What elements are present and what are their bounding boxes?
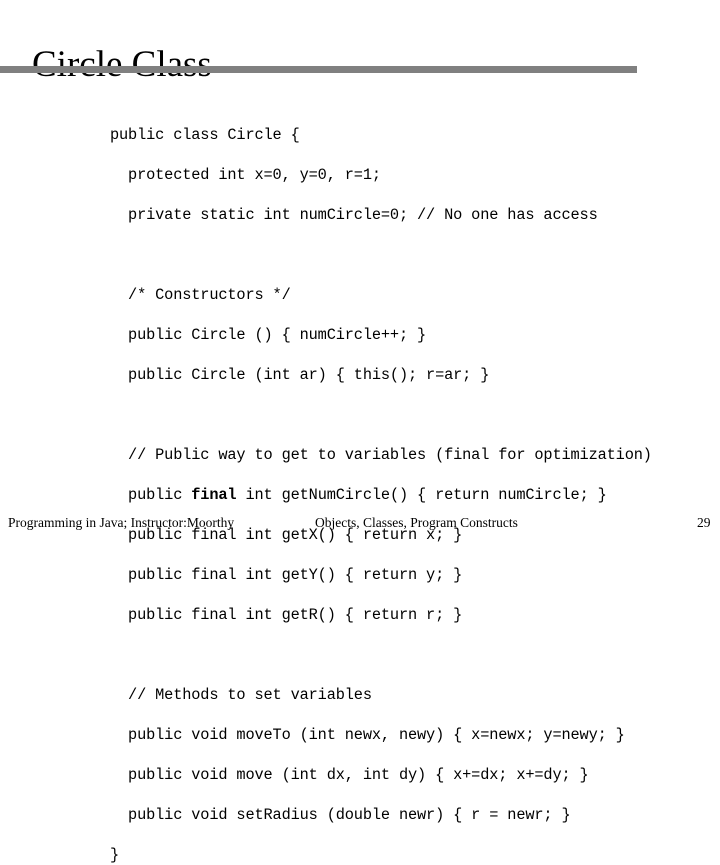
code-block: public class Circle { protected int x=0,…: [110, 125, 710, 865]
code-line: private static int numCircle=0; // No on…: [110, 206, 598, 225]
code-line: // Methods to set variables: [110, 686, 372, 705]
code-line: public Circle () { numCircle++; }: [110, 326, 427, 345]
code-line: public void setRadius (double newr) { r …: [110, 806, 571, 825]
code-line: // Public way to get to variables (final…: [110, 446, 652, 465]
code-line: public void move (int dx, int dy) { x+=d…: [110, 766, 589, 785]
footer-course-label: Programming in Java; Instructor:Moorthy: [8, 515, 235, 530]
code-keyword-final: final: [191, 486, 237, 505]
code-line: /* Constructors */: [110, 286, 291, 305]
code-line: public final int getY() { return y; }: [110, 566, 463, 585]
code-line: protected int x=0, y=0, r=1;: [110, 166, 381, 185]
code-line: }: [110, 846, 120, 865]
code-line: public Circle (int ar) { this(); r=ar; }: [110, 366, 490, 385]
code-line: public class Circle {: [110, 126, 300, 145]
footer-topic-label: Objects, Classes, Program Constructs: [315, 515, 518, 530]
slide-footer: Programming in Java; Instructor:Moorthy …: [0, 508, 720, 540]
code-line: public void moveTo (int newx, newy) { x=…: [110, 726, 625, 745]
page-title: Circle Class: [32, 43, 212, 85]
footer-page-number: 29: [697, 515, 711, 530]
title-divider: [0, 66, 637, 73]
code-line: public final int getNumCircle() { return…: [110, 486, 607, 505]
code-line: public final int getR() { return r; }: [110, 606, 463, 625]
